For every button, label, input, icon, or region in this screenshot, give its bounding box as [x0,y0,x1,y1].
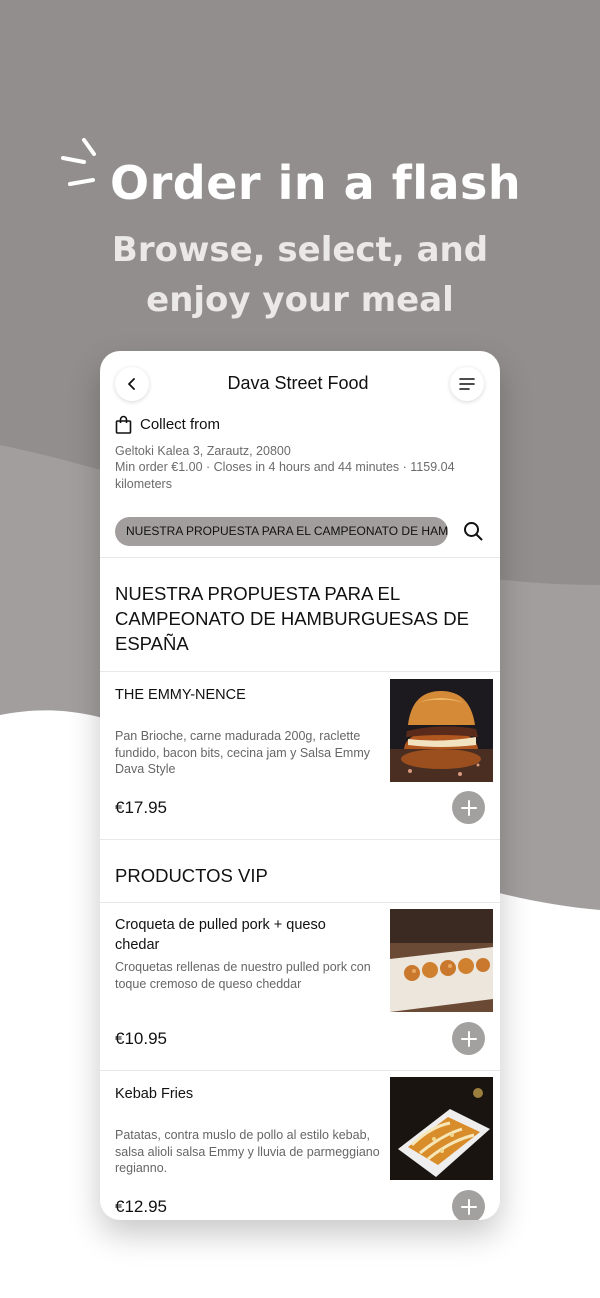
section-title: PRODUCTOS VIP [115,865,268,886]
category-pill[interactable]: NUESTRA PROPUESTA PARA EL CAMPEONATO DE … [115,517,448,546]
burger-photo[interactable] [390,679,493,782]
divider [100,557,500,558]
croquetas-image [390,909,493,1012]
collect-from-label: Collect from [140,416,221,433]
store-address: Geltoki Kalea 3, Zarautz, 20800 [115,444,291,458]
store-meta: Min order €1.00 · Closes in 4 hours and … [115,460,455,491]
promo-subline-1: Browse, select, and [111,230,489,270]
search-icon [464,522,483,541]
add-to-cart-button[interactable] [452,791,485,824]
divider [100,902,500,903]
plus-icon [460,799,477,816]
plus-icon [460,1198,477,1215]
menu-button[interactable] [450,367,484,401]
menu-item-name[interactable]: Croqueta de pulled pork + queso chedar [115,916,370,955]
chevron-left-icon [128,378,135,390]
app-screen: Dava Street Food Collect from Geltoki Ka… [100,351,500,1220]
menu-item-description: Croquetas rellenas de nuestro pulled por… [115,960,371,991]
promo-headline: Order in a flash [110,156,522,210]
divider [100,839,500,840]
flash-lines-icon [61,138,96,186]
collect-from-row: Collect from [115,415,220,434]
plus-icon [460,1030,477,1047]
kebab-fries-photo[interactable] [390,1077,493,1180]
menu-item-name[interactable]: THE EMMY-NENCE [115,686,370,706]
hamburger-menu-icon [459,378,475,390]
menu-item-price: €12.95 [115,1197,167,1216]
divider [100,1070,500,1071]
section-title: NUESTRA PROPUESTA PARA EL CAMPEONATO DE … [115,583,469,654]
menu-item-name[interactable]: Kebab Fries [115,1085,370,1105]
divider [100,671,500,672]
menu-item-price: €17.95 [115,798,167,817]
kebab-fries-image [390,1077,493,1180]
promo-subline-2: enjoy your meal [146,280,454,320]
burger-image [390,679,493,782]
add-to-cart-button[interactable] [452,1022,485,1055]
store-title: Dava Street Food [227,373,369,393]
add-to-cart-button[interactable] [452,1190,485,1220]
shopping-bag-icon [115,415,132,434]
menu-item-description: Patatas, contra muslo de pollo al estilo… [115,1128,380,1175]
menu-item-description: Pan Brioche, carne madurada 200g, raclet… [115,729,370,776]
menu-item-price: €10.95 [115,1029,167,1048]
back-button[interactable] [115,367,149,401]
search-button[interactable] [462,520,484,547]
croquetas-photo[interactable] [390,909,493,1012]
